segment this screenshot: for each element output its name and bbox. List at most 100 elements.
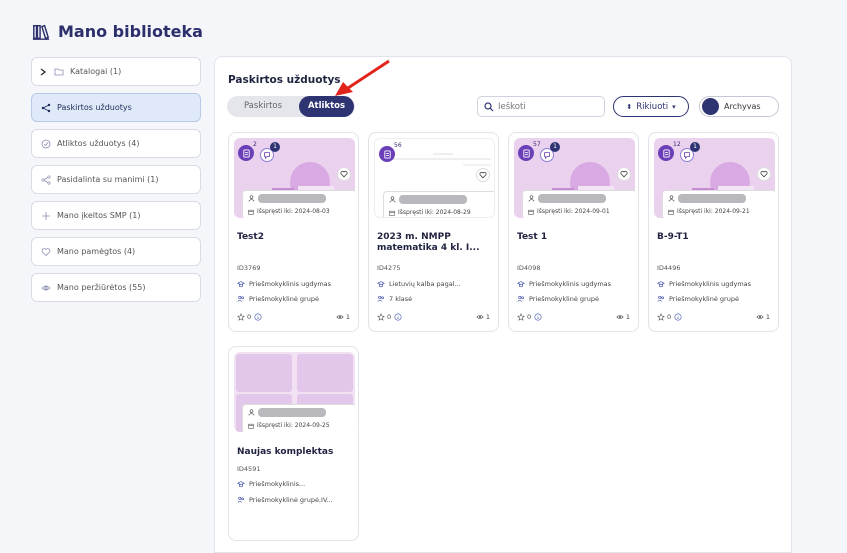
assignment-card[interactable]: 57 1 Išspręsti iki: 2024-09-01 Test 1 ID… <box>508 132 639 332</box>
assignment-info: Išspręsti iki: 2024-08-29 <box>383 191 494 217</box>
sort-button[interactable]: ⬍ Rikiuoti ▾ <box>613 96 689 117</box>
card-title[interactable]: Test 1 <box>517 232 632 243</box>
calendar-icon <box>668 209 674 215</box>
group-text: 7 klasė <box>389 295 413 303</box>
star-icon[interactable] <box>657 313 665 321</box>
document-icon <box>662 148 670 158</box>
document-count: 2 <box>253 141 257 148</box>
document-icon <box>522 148 530 158</box>
sidebar-item-label: Pasidalinta su manimi (1) <box>57 175 159 184</box>
card-title[interactable]: 2023 m. NMPP matematika 4 kl. I... <box>377 232 492 254</box>
toggle-atliktos[interactable]: Atliktos <box>299 96 354 117</box>
info-icon[interactable] <box>394 313 402 321</box>
eye-icon <box>41 285 51 290</box>
folder-icon <box>54 68 64 75</box>
document-icon <box>242 148 250 158</box>
document-badge <box>238 145 254 161</box>
toggle-paskirtos[interactable]: Paskirtos <box>233 96 293 117</box>
view-count: 1 <box>625 313 630 321</box>
info-icon[interactable] <box>534 313 542 321</box>
redacted-name <box>258 194 326 203</box>
card-thumbnail: 57 1 Išspręsti iki: 2024-09-01 <box>514 138 635 218</box>
subject-text: Priešmokyklinis ugdymas <box>529 280 612 288</box>
star-icon[interactable] <box>237 313 245 321</box>
assignment-card[interactable]: 12 1 Išspręsti iki: 2024-09-21 B-9-T1 ID… <box>648 132 779 332</box>
annotation-arrow-icon <box>335 59 390 96</box>
card-id: ID3769 <box>237 264 261 272</box>
calendar-icon <box>248 423 254 429</box>
page-title: Mano biblioteka <box>58 22 203 41</box>
graduation-cap-icon <box>237 281 245 288</box>
deadline-text: Išspręsti iki: 2024-09-01 <box>537 208 610 215</box>
document-badge <box>658 145 674 161</box>
thumbnail-tile <box>236 354 292 392</box>
assignment-card[interactable]: 56 Išspręsti iki: 2024-08-29 2023 m. NMP… <box>368 132 499 332</box>
info-icon[interactable] <box>254 313 262 321</box>
group-text: Priešmokyklinė grupė <box>529 295 599 303</box>
chat-count-badge: 1 <box>550 142 560 152</box>
favorite-heart-icon[interactable] <box>757 167 771 181</box>
assignment-card[interactable]: Išspręsti iki: 2024-09-25 Naujas komplek… <box>228 346 359 541</box>
document-icon <box>383 149 391 159</box>
section-title: Paskirtos užduotys <box>228 74 341 86</box>
card-title[interactable]: Naujas komplektas <box>237 447 352 458</box>
chevron-down-icon: ▾ <box>672 102 676 111</box>
search-input[interactable] <box>498 101 598 112</box>
assignment-card[interactable]: 2 1 Išspręsti iki: 2024-08-03 Test2 ID37… <box>228 132 359 332</box>
search-box[interactable] <box>477 96 605 117</box>
favorite-heart-icon[interactable] <box>617 167 631 181</box>
sidebar-item-label: Atliktos užduotys (4) <box>57 139 140 148</box>
graduation-cap-icon <box>377 281 385 288</box>
favorite-heart-icon[interactable] <box>337 167 351 181</box>
sidebar-item-label: Katalogai (1) <box>70 67 122 76</box>
plus-icon <box>42 211 50 220</box>
chevron-right-icon[interactable] <box>38 67 48 77</box>
search-icon <box>484 101 494 111</box>
favorite-heart-icon[interactable] <box>476 168 490 182</box>
thumbnail-tile <box>297 354 353 392</box>
assignment-info: Išspręsti iki: 2024-09-21 <box>662 190 775 218</box>
subject-text: Priešmokyklinis ugdymas <box>669 280 752 288</box>
users-icon <box>517 295 524 302</box>
users-icon <box>237 496 244 503</box>
sidebar-item-paskirtos[interactable]: Paskirtos užduotys <box>31 93 201 122</box>
sidebar-item-atliktos[interactable]: Atliktos užduotys (4) <box>31 129 201 158</box>
users-icon <box>377 295 384 302</box>
star-icon[interactable] <box>517 313 525 321</box>
graduation-cap-icon <box>237 481 245 488</box>
deadline-text: Išspręsti iki: 2024-08-03 <box>257 208 330 215</box>
group-text: Priešmokyklinė grupė <box>669 295 739 303</box>
star-icon[interactable] <box>377 313 385 321</box>
sidebar-item-perziuretos[interactable]: Mano peržiūrėtos (55) <box>31 273 201 302</box>
document-count: 57 <box>533 141 541 148</box>
rating-count: 0 <box>667 313 672 321</box>
calendar-icon <box>528 209 534 215</box>
sidebar-item-pasidalinta[interactable]: Pasidalinta su manimi (1) <box>31 165 201 194</box>
user-icon <box>668 195 675 202</box>
rating-count: 0 <box>527 313 532 321</box>
sidebar-item-katalogai[interactable]: Katalogai (1) <box>31 57 201 86</box>
sidebar-item-pamegtos[interactable]: Mano pamėgtos (4) <box>31 237 201 266</box>
archive-toggle[interactable]: Archyvas <box>699 96 779 117</box>
info-icon[interactable] <box>674 313 682 321</box>
page-header: Mano biblioteka <box>32 22 203 41</box>
view-count: 1 <box>765 313 770 321</box>
view-count: 1 <box>485 313 490 321</box>
card-title[interactable]: B-9-T1 <box>657 232 772 243</box>
toggle-knob[interactable] <box>702 98 719 115</box>
redacted-name <box>678 194 746 203</box>
card-title[interactable]: Test2 <box>237 232 352 243</box>
card-id: ID4098 <box>517 264 541 272</box>
group-text: Priešmokyklinė grupė,IV... <box>249 496 333 504</box>
group-text: Priešmokyklinė grupė <box>249 295 319 303</box>
assignment-info: Išspręsti iki: 2024-09-01 <box>522 190 635 218</box>
card-thumbnail: 2 1 Išspręsti iki: 2024-08-03 <box>234 138 355 218</box>
deadline-text: Išspręsti iki: 2024-09-25 <box>257 422 330 429</box>
archive-label: Archyvas <box>724 102 761 111</box>
document-preview-image <box>383 153 491 166</box>
document-count: 12 <box>673 141 681 148</box>
sidebar-item-ikeltos[interactable]: Mano įkeltos SMP (1) <box>31 201 201 230</box>
assignment-info: Išspręsti iki: 2024-09-25 <box>242 404 355 432</box>
deadline-text: Išspręsti iki: 2024-09-21 <box>677 208 750 215</box>
chat-count-badge: 1 <box>690 142 700 152</box>
